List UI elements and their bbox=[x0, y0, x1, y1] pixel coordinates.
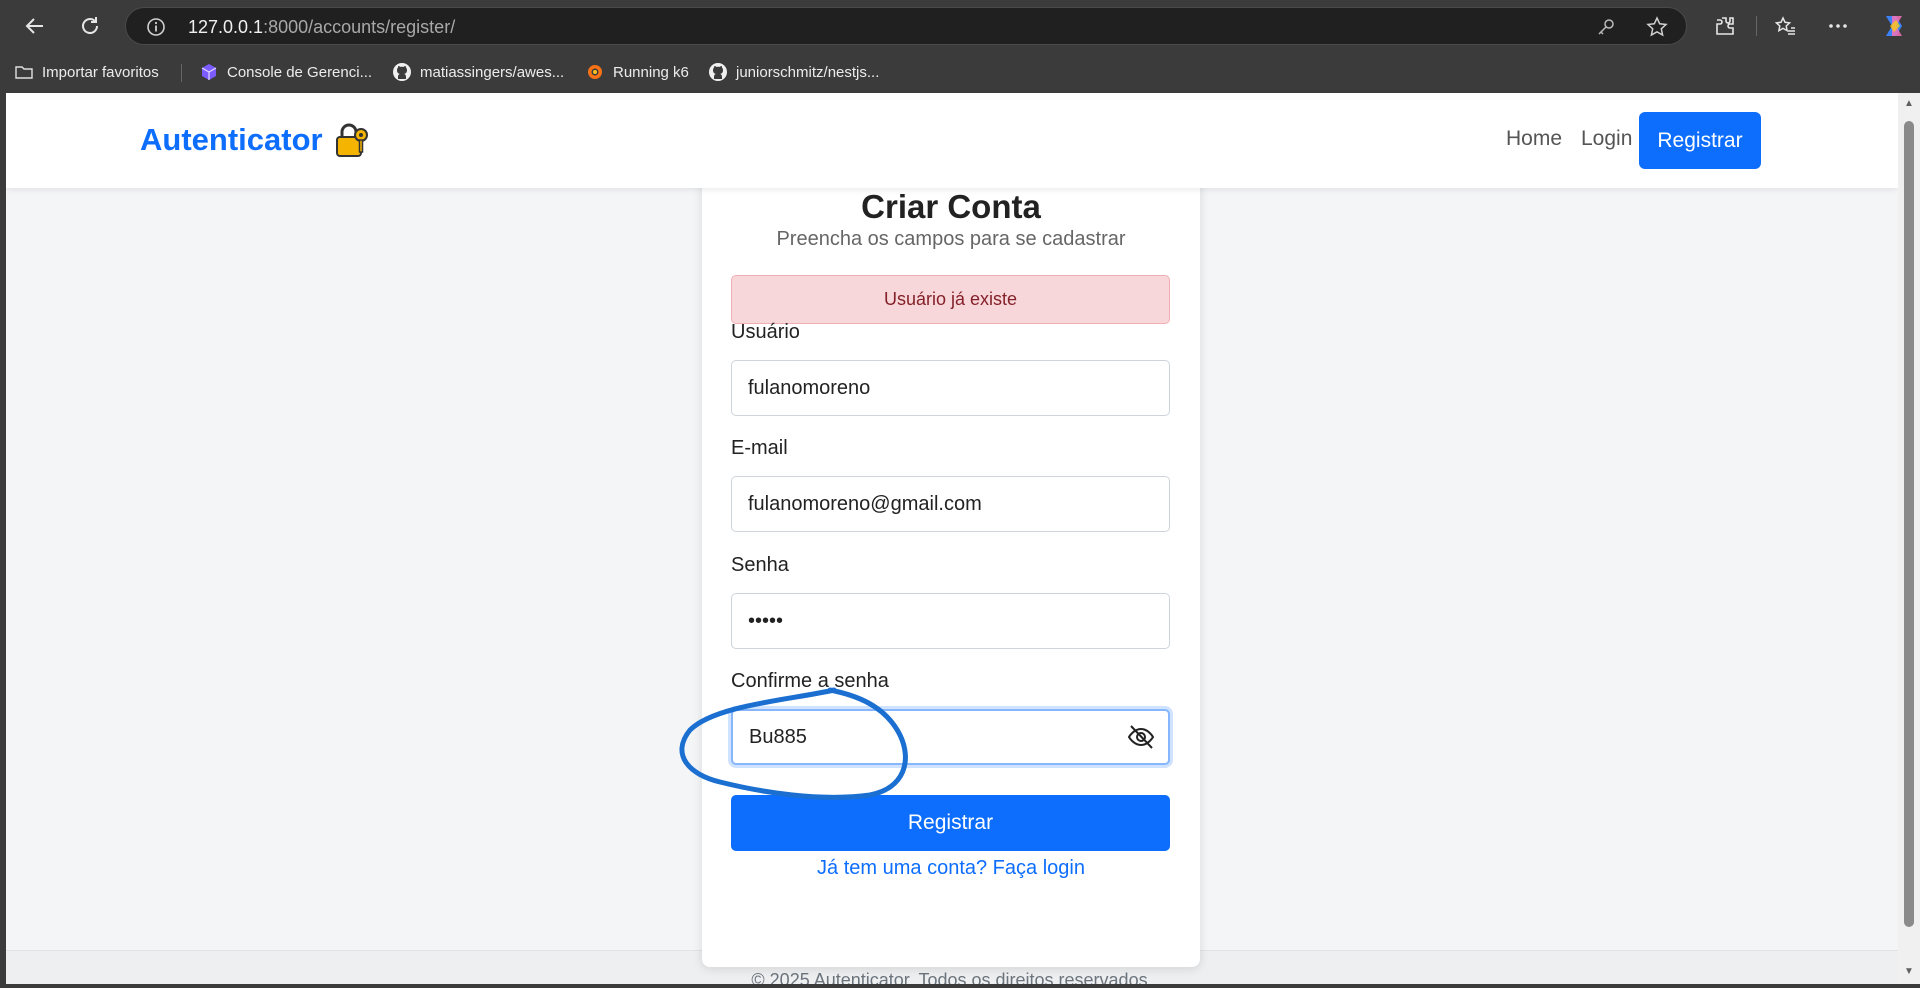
confirm-password-label: Confirme a senha bbox=[731, 670, 889, 692]
footer-text: © 2025 Autenticator. Todos os direitos r… bbox=[751, 970, 1153, 984]
page-viewport: Autenticator Home Login Registrar © 2025… bbox=[6, 93, 1898, 984]
grafana-icon bbox=[588, 65, 602, 79]
bookmark-label: Running k6 bbox=[613, 63, 689, 81]
nav-home-link[interactable]: Home bbox=[1506, 127, 1562, 151]
github-icon bbox=[393, 63, 411, 81]
bookmark-item[interactable]: matiassingers/awes... bbox=[392, 60, 564, 84]
page-subtitle: Preencha os campos para se cadastrar bbox=[776, 228, 1126, 250]
register-card: Criar Conta Preencha os campos para se c… bbox=[702, 171, 1200, 967]
bookmark-item[interactable]: Importar favoritos bbox=[14, 60, 159, 84]
scroll-down-icon[interactable]: ▼ bbox=[1903, 967, 1915, 977]
bookmark-divider bbox=[181, 64, 182, 82]
key-icon[interactable] bbox=[1596, 17, 1616, 37]
extensions-icon[interactable] bbox=[1705, 6, 1745, 46]
github-icon bbox=[709, 63, 727, 81]
bookmark-item[interactable]: Running k6 bbox=[585, 60, 689, 84]
site-info-icon[interactable] bbox=[146, 17, 166, 37]
brand-link[interactable]: Autenticator bbox=[140, 121, 371, 159]
confirm-password-input[interactable] bbox=[731, 709, 1170, 765]
site-navbar: Autenticator Home Login Registrar bbox=[6, 93, 1898, 188]
eye-slash-icon[interactable] bbox=[1126, 722, 1156, 752]
more-menu-icon[interactable] bbox=[1818, 6, 1858, 46]
toolbar-divider bbox=[1756, 16, 1757, 36]
bookmark-label: Console de Gerenci... bbox=[227, 63, 373, 81]
favorite-star-icon[interactable] bbox=[1646, 16, 1668, 38]
browser-toolbar: 127.0.0.1:8000/accounts/register/ bbox=[0, 0, 1920, 52]
scrollbar[interactable]: ▲ ▼ bbox=[1898, 93, 1920, 984]
favorites-icon[interactable] bbox=[1765, 6, 1805, 46]
password-label: Senha bbox=[731, 554, 789, 576]
url-text[interactable]: 127.0.0.1:8000/accounts/register/ bbox=[188, 17, 455, 38]
nav-login-link[interactable]: Login bbox=[1581, 127, 1632, 151]
copilot-icon[interactable] bbox=[1874, 6, 1914, 46]
scroll-thumb[interactable] bbox=[1904, 121, 1914, 927]
email-input[interactable] bbox=[731, 476, 1170, 532]
bookmark-item[interactable]: Console de Gerenci... bbox=[199, 60, 372, 84]
error-alert: Usuário já existe bbox=[731, 275, 1170, 324]
nav-register-button[interactable]: Registrar bbox=[1639, 112, 1761, 169]
bookmark-label: juniorschmitz/nestjs... bbox=[736, 63, 880, 81]
folder-import-icon bbox=[15, 66, 33, 79]
reload-icon[interactable] bbox=[70, 6, 110, 46]
back-arrow-icon[interactable] bbox=[15, 6, 55, 46]
page-title: Criar Conta bbox=[861, 188, 1041, 225]
register-submit-button[interactable]: Registrar bbox=[731, 795, 1170, 851]
lock-key-icon bbox=[335, 123, 368, 157]
bookmark-label: matiassingers/awes... bbox=[420, 63, 565, 81]
password-input[interactable] bbox=[731, 593, 1170, 649]
cube-icon bbox=[201, 64, 217, 80]
bookmark-label: Importar favoritos bbox=[42, 63, 159, 81]
address-bar[interactable]: 127.0.0.1:8000/accounts/register/ bbox=[125, 7, 1687, 45]
scroll-up-icon[interactable]: ▲ bbox=[1903, 99, 1915, 109]
login-link[interactable]: Já tem uma conta? Faça login bbox=[702, 857, 1200, 880]
bookmark-item[interactable]: juniorschmitz/nestjs... bbox=[708, 60, 879, 84]
bookmarks-bar: Importar favoritos Console de Gerenci...… bbox=[0, 52, 1920, 92]
brand-name: Autenticator bbox=[140, 122, 323, 157]
username-input[interactable] bbox=[731, 360, 1170, 416]
email-label: E-mail bbox=[731, 437, 788, 459]
username-label: Usuário bbox=[731, 321, 800, 343]
